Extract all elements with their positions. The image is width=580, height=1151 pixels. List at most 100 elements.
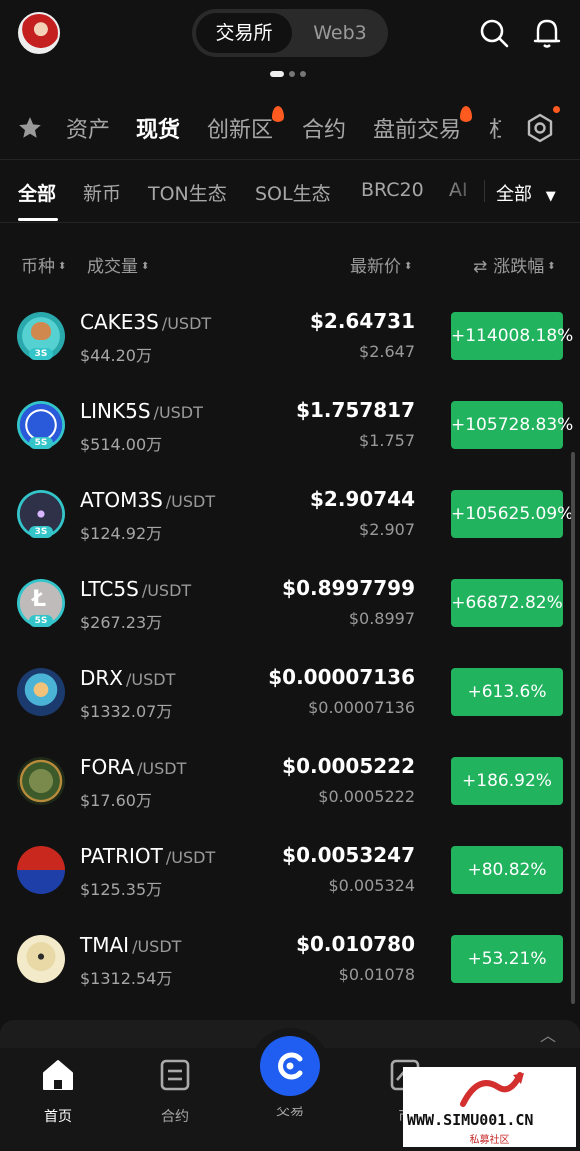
pair: /USDT [165, 848, 216, 867]
sort-icon: ⬍ [547, 261, 556, 272]
pair: /USDT [165, 492, 216, 511]
col-price-label: 最新价 [350, 257, 401, 277]
divider [0, 222, 580, 223]
change-badge[interactable]: +66872.82% [451, 579, 563, 627]
link5s-icon: 5S [17, 401, 65, 449]
tabs-fade [440, 160, 490, 222]
sub-tabs: 全部 新币 TON生态 SOL生态 BRC20 AI 全部 ▼ [0, 160, 580, 222]
drx-icon [17, 668, 65, 716]
change-badge[interactable]: +80.82% [451, 846, 563, 894]
exchange-web3-switch: 交易所 Web3 [192, 9, 388, 57]
nav-contract-label: 合约 [161, 1109, 189, 1125]
pair: /USDT [141, 581, 192, 600]
filter-dropdown-label: 全部 [496, 184, 532, 205]
change-badge[interactable]: +613.6% [451, 668, 563, 716]
contract-icon [160, 1059, 190, 1091]
pair: /USDT [137, 759, 187, 778]
leverage-badge: 5S [29, 437, 53, 449]
avatar[interactable] [18, 12, 60, 54]
sort-change[interactable]: ⇄ 涨跌幅 ⬍ [473, 252, 556, 277]
market-row[interactable]: FORA/USDT $17.60万 $0.0005222 $0.0005222 … [0, 741, 580, 829]
change-badge[interactable]: +105625.09% [451, 490, 573, 538]
col-change-label: 涨跌幅 [493, 257, 545, 277]
segment-web3[interactable]: Web3 [296, 13, 384, 53]
star-icon[interactable] [17, 115, 43, 141]
change-badge[interactable]: +53.21% [451, 935, 563, 983]
sort-volume[interactable]: 成交量 ⬍ [87, 252, 149, 277]
tab-futures[interactable]: 合约 [302, 112, 346, 144]
settings-icon[interactable] [524, 112, 556, 144]
subtab-all[interactable]: 全部 [18, 179, 56, 206]
trade-button[interactable] [260, 1036, 320, 1096]
nav-contract[interactable]: 合约 [135, 1058, 215, 1126]
market-row[interactable]: 3S ATOM3S/USDT $124.92万 $2.90744 $2.907 … [0, 474, 580, 562]
tab-spot[interactable]: 现货 [136, 112, 180, 144]
change-badge[interactable]: +186.92% [451, 757, 563, 805]
tab-margin[interactable]: 杠 [489, 112, 501, 144]
fiat-price: $0.0005222 [318, 787, 415, 806]
pair: /USDT [132, 937, 182, 956]
watermark-logo-icon [460, 1072, 524, 1107]
fiat-price: $0.01078 [338, 965, 415, 984]
watermark-subtext: 私募社区 [469, 1135, 510, 1146]
symbol: LTC5S [80, 577, 139, 601]
sort-price[interactable]: 最新价 ⬍ [350, 252, 412, 277]
fiat-price: $0.005324 [328, 876, 415, 895]
volume: $514.00万 [80, 435, 163, 454]
market-row[interactable]: Ł 5S LTC5S/USDT $267.23万 $0.8997799 $0.89… [0, 563, 580, 651]
subtab-brc20[interactable]: BRC20 [361, 179, 424, 201]
sort-icon: ⬍ [58, 261, 67, 272]
volume: $267.23万 [80, 613, 163, 632]
sort-coin[interactable]: 币种 ⬍ [21, 252, 66, 277]
trade-icon [278, 1052, 303, 1080]
fiat-price: $2.907 [359, 520, 415, 539]
hot-flame-icon [272, 106, 284, 122]
volume: $1312.54万 [80, 969, 173, 988]
leverage-badge: 3S [29, 526, 53, 538]
symbol: FORA [80, 755, 135, 779]
nav-home[interactable]: 首页 [18, 1058, 98, 1126]
bell-icon[interactable] [530, 16, 564, 50]
market-row[interactable]: TMAI/USDT $1312.54万 $0.010780 $0.01078 +… [0, 919, 580, 1007]
symbol: ATOM3S [80, 488, 163, 512]
tmai-icon [17, 935, 65, 983]
swap-icon: ⇄ [473, 257, 488, 277]
filter-dropdown[interactable]: 全部 ▼ [496, 180, 556, 206]
tab-innovation[interactable]: 创新区 [207, 112, 273, 144]
market-row[interactable]: 3S CAKE3S/USDT $44.20万 $2.64731 $2.647 +… [0, 296, 580, 384]
last-price: $2.90744 [309, 487, 415, 511]
last-price: $0.8997799 [282, 576, 415, 600]
subtab-new[interactable]: 新币 [83, 179, 121, 206]
subtab-sol[interactable]: SOL生态 [255, 179, 331, 206]
caret-down-icon: ▼ [545, 189, 556, 204]
last-price: $0.00007136 [268, 665, 415, 689]
change-badge[interactable]: +105728.83% [451, 401, 573, 449]
notification-dot [553, 106, 560, 113]
tab-assets[interactable]: 资产 [66, 112, 110, 144]
pair: /USDT [126, 670, 176, 689]
leverage-badge: 3S [29, 348, 53, 360]
volume: $1332.07万 [80, 702, 173, 721]
patriot-icon [17, 846, 65, 894]
tab-premarket[interactable]: 盘前交易 [373, 112, 461, 144]
last-price: $0.010780 [296, 932, 415, 956]
last-price: $0.0005222 [282, 754, 415, 778]
search-icon[interactable] [477, 16, 511, 50]
symbol: PATRIOT [80, 844, 163, 868]
pair: /USDT [161, 314, 212, 333]
active-tab-underline [18, 218, 58, 221]
segment-exchange[interactable]: 交易所 [196, 13, 292, 53]
market-row[interactable]: 5S LINK5S/USDT $514.00万 $1.757817 $1.757… [0, 385, 580, 473]
scrollbar[interactable] [571, 452, 575, 1004]
chevron-up-icon[interactable]: ︿ [540, 1022, 556, 1046]
page-indicator [270, 71, 314, 77]
pair: /USDT [153, 403, 203, 422]
watermark: WWW.SIMU001.CN 私募社区 [403, 1067, 576, 1147]
home-icon [43, 1060, 73, 1090]
change-badge[interactable]: +114008.18% [451, 312, 573, 360]
market-row[interactable]: PATRIOT/USDT $125.35万 $0.0053247 $0.0053… [0, 830, 580, 918]
nav-home-label: 首页 [44, 1109, 72, 1125]
subtab-ton[interactable]: TON生态 [148, 179, 227, 206]
col-coin-label: 币种 [21, 257, 55, 277]
market-row[interactable]: DRX/USDT $1332.07万 $0.00007136 $0.000071… [0, 652, 580, 740]
